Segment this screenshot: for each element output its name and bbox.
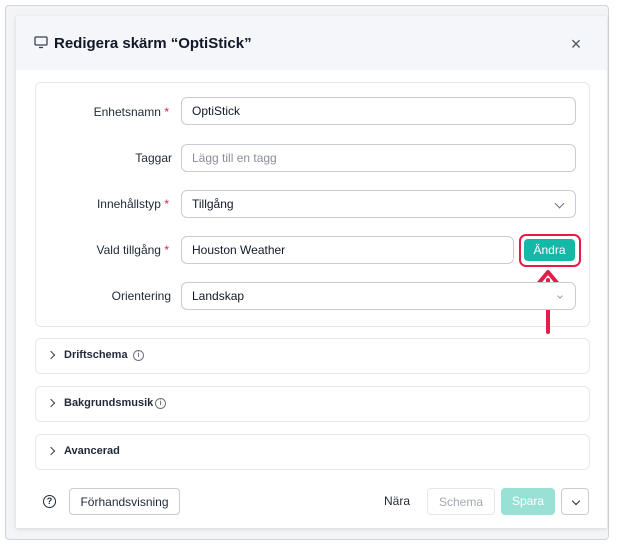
close-icon[interactable]: ×	[568, 35, 584, 53]
chevron-right-icon	[46, 398, 56, 408]
close-button[interactable]: Nära	[376, 488, 418, 515]
chevron-right-icon	[46, 446, 56, 456]
save-button[interactable]: Spara	[501, 488, 555, 515]
preview-button[interactable]: Förhandsvisning	[69, 488, 180, 515]
info-icon[interactable]: i	[155, 398, 166, 409]
orientation-label: Orientering	[111, 289, 171, 303]
dialog-title: Redigera skärm “OptiStick”	[54, 35, 252, 52]
edit-screen-dialog: Redigera skärm “OptiStick” × Enhetsnamn …	[16, 16, 607, 528]
required-marker: *	[164, 243, 169, 257]
tags-input[interactable]: Lägg till en tagg	[181, 144, 576, 172]
content-type-label: Innehållstyp *	[96, 197, 169, 211]
required-marker: *	[164, 197, 169, 211]
asset-label: Vald tillgång *	[96, 243, 169, 257]
tags-label: Taggar	[135, 151, 172, 165]
change-button-highlight: Ändra	[519, 234, 581, 267]
asset-input[interactable]: Houston Weather	[181, 236, 514, 264]
chevron-down-icon	[554, 198, 565, 209]
device-name-label: Enhetsnamn *	[93, 105, 169, 119]
info-icon[interactable]: i	[133, 350, 144, 361]
required-marker: *	[164, 105, 169, 119]
orientation-select[interactable]: Landskap	[181, 282, 576, 310]
section-background-music[interactable]: Bakgrundsmusik i	[35, 386, 590, 422]
chevron-right-icon	[46, 350, 56, 360]
change-asset-button[interactable]: Ändra	[524, 239, 575, 261]
save-options-dropdown[interactable]	[561, 488, 589, 515]
chevron-down-icon	[571, 496, 581, 506]
content-type-select[interactable]: Tillgång	[181, 190, 576, 218]
help-icon[interactable]: ?	[43, 495, 56, 508]
chevron-down-icon	[557, 293, 563, 299]
schedule-button[interactable]: Schema	[427, 488, 495, 515]
monitor-icon	[34, 36, 48, 49]
device-name-input[interactable]: OptiStick	[181, 97, 576, 125]
section-operating-schedule[interactable]: Driftschema i	[35, 338, 590, 374]
section-advanced[interactable]: Avancerad	[35, 434, 590, 470]
dialog-header: Redigera skärm “OptiStick” ×	[16, 16, 607, 70]
